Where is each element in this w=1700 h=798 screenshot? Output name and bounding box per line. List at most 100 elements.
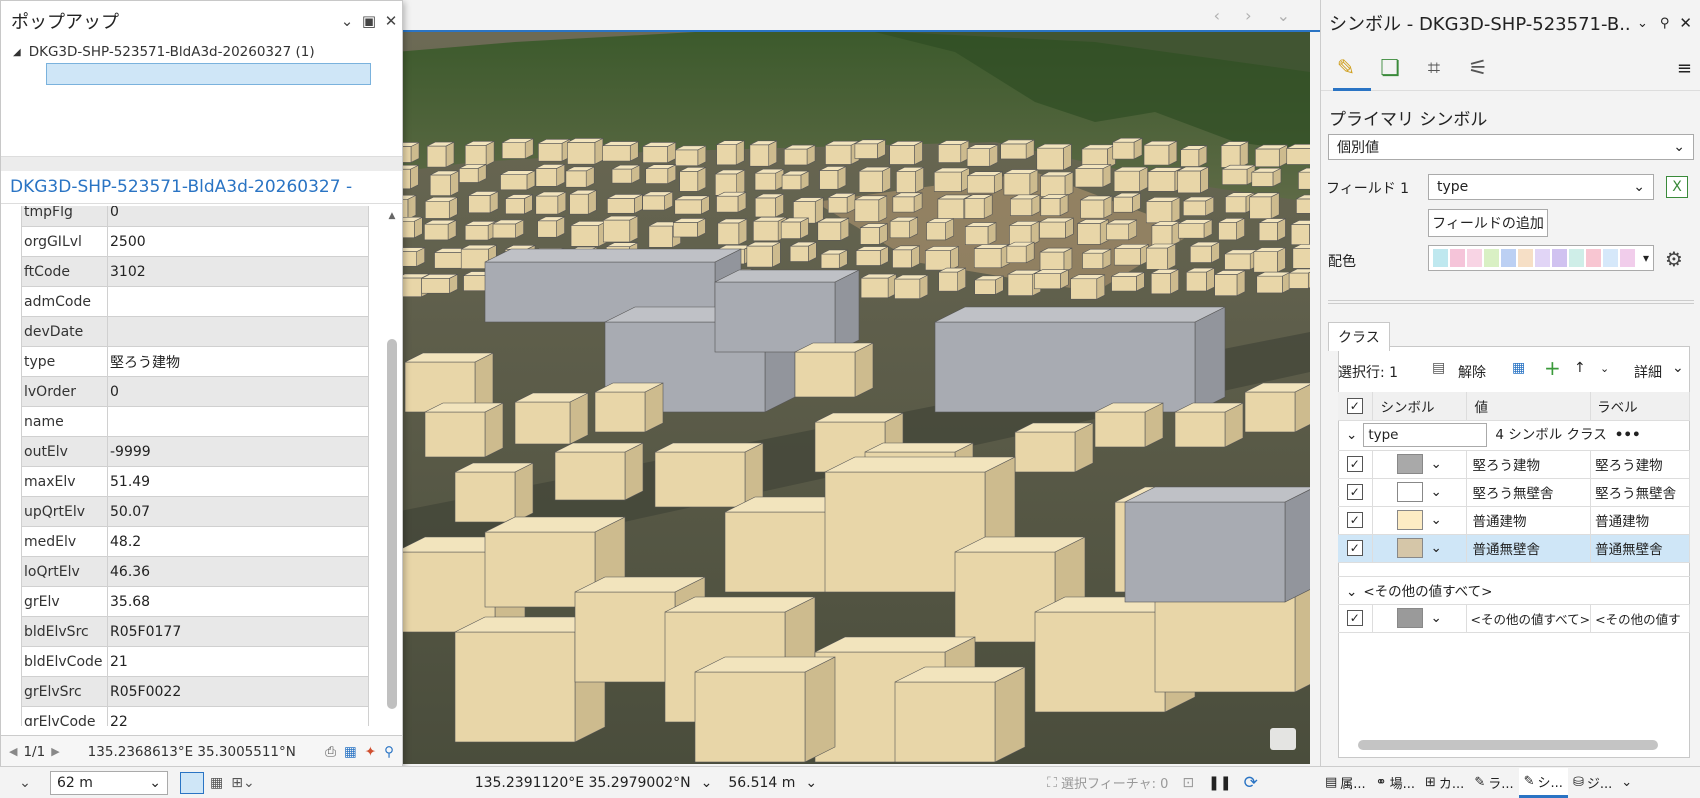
building-block[interactable] <box>1258 218 1286 242</box>
building-block[interactable] <box>1010 194 1041 217</box>
building-block[interactable] <box>716 140 745 166</box>
expression-icon[interactable]: X <box>1666 176 1688 198</box>
close-icon[interactable]: ✕ <box>1679 14 1692 32</box>
attribute-value[interactable]: 35.68 <box>107 586 369 617</box>
building-block[interactable] <box>1145 196 1181 224</box>
building-block[interactable] <box>716 191 747 213</box>
class-row-other[interactable]: ✓ ⌄ <その他の値すべて> <その他の値す <box>1338 604 1690 633</box>
pane-splitter[interactable] <box>1328 300 1694 304</box>
group-field-input[interactable]: type <box>1363 423 1488 447</box>
attribute-value[interactable]: R05F0177 <box>107 616 369 647</box>
building-block[interactable] <box>965 222 997 246</box>
building-block[interactable] <box>1113 192 1141 213</box>
class-label[interactable]: 堅ろう無壁舎 <box>1590 478 1690 507</box>
building-block[interactable] <box>501 138 534 159</box>
building-block[interactable] <box>892 192 923 213</box>
bottom-tab[interactable]: ⛁ ジ... <box>1568 768 1617 798</box>
tree-selected-feature[interactable] <box>46 63 371 85</box>
building-block[interactable] <box>854 195 888 222</box>
bottom-tab[interactable]: ▤ 属... <box>1320 768 1371 798</box>
menu-icon[interactable]: ≡ <box>1677 58 1692 79</box>
chevron-down-icon[interactable]: ⌄ <box>1431 456 1442 472</box>
scroll-up-icon[interactable]: ▲ <box>386 211 398 221</box>
building-block[interactable] <box>781 170 810 191</box>
building-block[interactable] <box>1000 139 1035 160</box>
building-block[interactable] <box>1040 194 1069 217</box>
building-block[interactable] <box>1221 164 1256 186</box>
select-all-checkbox[interactable]: ✓ <box>1346 397 1363 414</box>
building-block[interactable] <box>1296 194 1310 214</box>
building-block[interactable] <box>820 249 848 269</box>
building-block[interactable] <box>1290 220 1310 246</box>
move-up-icon[interactable]: ↑ <box>1574 360 1586 376</box>
details-button[interactable]: 詳細 <box>1634 362 1662 382</box>
chevron-down-icon[interactable]: ⌄ <box>1431 610 1442 626</box>
chevron-down-icon[interactable]: ⌄ <box>1431 484 1442 500</box>
class-row[interactable]: ✓ ⌄ 堅ろう無壁舎 堅ろう無壁舎 <box>1338 478 1690 507</box>
building-block[interactable] <box>1034 269 1069 290</box>
building-block[interactable] <box>854 139 886 159</box>
attribute-value[interactable]: 0 <box>107 206 369 227</box>
building-block[interactable] <box>714 269 860 353</box>
select-features-icon[interactable]: ⛶ <box>1047 775 1057 791</box>
chevron-down-icon[interactable]: ⌄ <box>1431 540 1442 556</box>
building-block[interactable] <box>894 666 1026 763</box>
attribute-value[interactable]: R05F0022 <box>107 676 369 707</box>
building-block[interactable] <box>642 141 676 164</box>
building-block[interactable] <box>1256 271 1291 294</box>
add-class-icon[interactable]: + <box>1544 356 1561 380</box>
building-block[interactable] <box>602 141 639 162</box>
scroll-thumb[interactable] <box>387 339 397 709</box>
building-block[interactable] <box>789 241 817 263</box>
building-block[interactable] <box>674 195 710 215</box>
building-block[interactable] <box>672 217 706 238</box>
building-block[interactable] <box>855 246 889 266</box>
pin-icon[interactable]: ⚲ <box>1660 16 1670 31</box>
maximize-icon[interactable]: ▣ <box>358 12 380 30</box>
attribute-value[interactable]: -9999 <box>107 436 369 467</box>
building-block[interactable] <box>1003 169 1039 196</box>
group-collapse-icon[interactable]: ⌄ <box>1346 584 1357 600</box>
building-block[interactable] <box>424 219 457 241</box>
chevron-down-icon[interactable]: ⌄ <box>701 775 713 791</box>
building-block[interactable] <box>1113 166 1148 192</box>
building-block[interactable] <box>1182 196 1215 217</box>
bottom-tab[interactable]: ✎ シ... <box>1518 767 1568 798</box>
building-block[interactable] <box>1249 192 1280 220</box>
building-block[interactable] <box>1151 221 1181 246</box>
building-block[interactable] <box>746 241 781 268</box>
building-block[interactable] <box>1080 195 1113 219</box>
building-block[interactable] <box>500 170 536 191</box>
building-block[interactable] <box>754 168 785 191</box>
other-symbol-swatch[interactable] <box>1396 608 1423 628</box>
building-block[interactable] <box>1009 220 1040 246</box>
class-checkbox[interactable]: ✓ <box>1346 610 1363 626</box>
building-block[interactable] <box>934 306 1226 413</box>
add-field-button[interactable]: フィールドの追加 <box>1428 209 1548 237</box>
building-block[interactable] <box>1180 145 1208 168</box>
building-block[interactable] <box>1253 247 1286 273</box>
attribute-value[interactable]: 46.36 <box>107 556 369 587</box>
building-block[interactable] <box>1074 164 1112 188</box>
class-checkbox[interactable]: ✓ <box>1346 512 1363 528</box>
class-row[interactable]: ✓ ⌄ 堅ろう建物 堅ろう建物 <box>1338 450 1690 479</box>
building-block[interactable] <box>607 193 643 214</box>
building-block[interactable] <box>611 164 641 184</box>
building-block[interactable] <box>819 165 847 190</box>
building-block[interactable] <box>974 275 1004 295</box>
building-block[interactable] <box>1143 140 1178 166</box>
attribute-value[interactable]: 48.2 <box>107 526 369 557</box>
building-block[interactable] <box>1255 144 1288 168</box>
building-block[interactable] <box>717 218 748 246</box>
attribute-value[interactable]: 51.49 <box>107 466 369 497</box>
building-block[interactable] <box>1070 274 1106 300</box>
building-block[interactable] <box>860 273 897 299</box>
class-label[interactable]: 普通無壁舎 <box>1590 534 1690 563</box>
more-down-icon[interactable]: ⌄ <box>1600 362 1609 375</box>
building-block[interactable] <box>454 462 534 523</box>
class-row[interactable]: ✓ ⌄ 普通無壁舎 普通無壁舎 <box>1338 534 1690 563</box>
attribute-value[interactable] <box>107 316 369 347</box>
building-block[interactable] <box>749 140 778 167</box>
chevron-down-icon[interactable]: ⌄ <box>1672 360 1684 376</box>
building-block[interactable] <box>1036 143 1072 171</box>
